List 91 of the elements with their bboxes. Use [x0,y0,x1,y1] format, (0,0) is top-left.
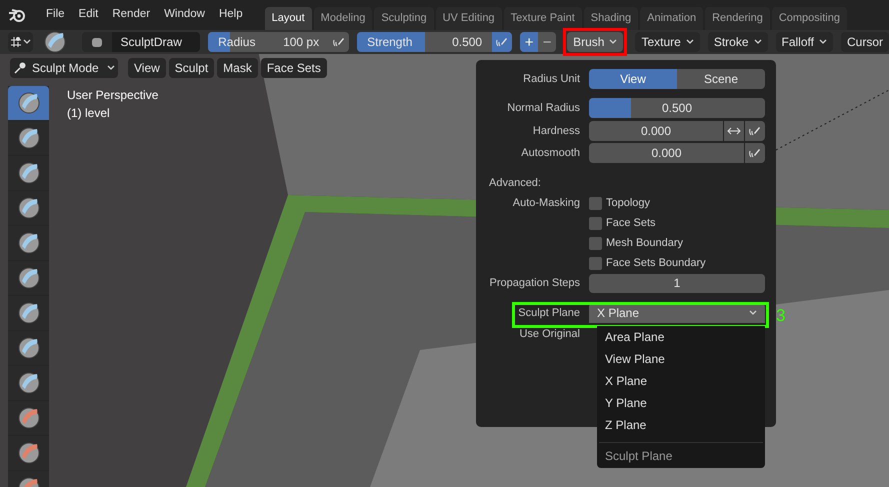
workspace-tab[interactable]: Animation [640,7,704,30]
tool-button[interactable] [8,86,49,121]
menu-item[interactable]: Window [158,6,211,24]
workspace-tab[interactable]: Texture Paint [504,7,582,30]
segment-button[interactable]: Scene [677,69,765,89]
field-label: Radius Unit [522,72,581,87]
sphere-brush-icon [18,232,40,254]
field-label: Use Original [518,326,581,342]
brush-icon [13,61,27,75]
segment-button[interactable]: View [589,69,677,89]
plane-dropdown[interactable]: X Plane [589,303,765,323]
sphere-brush-icon [18,407,40,429]
menu-item[interactable]: Edit [72,6,104,24]
mode-dropdown[interactable]: Sculpt Mode [10,58,118,78]
pen-pressure-icon [749,147,761,159]
step-number: 3 [776,305,786,327]
field-label: Hardness [532,124,581,139]
number-field[interactable]: 1 [589,274,765,292]
field-label: Normal Radius [506,100,581,116]
caret-icon [818,39,827,45]
workspace-tab[interactable]: UV Editing [436,7,502,30]
workspace-tab[interactable]: Shading [584,7,638,30]
panel-dropdown[interactable]: Stroke [708,32,768,52]
menu-option[interactable]: Z Plane [597,414,765,436]
double-arrow-icon [727,127,741,135]
pen-pressure-icon [496,36,508,48]
panel-dropdown[interactable]: Brush [567,32,624,52]
sphere-brush-icon [18,302,40,324]
workspace-tab[interactable]: Compositing [772,7,847,30]
transform-gizmo-icon [10,36,22,48]
pen-pressure-icon [749,125,761,137]
value-slider[interactable]: 0.500 [589,98,765,118]
pressure-button[interactable] [745,121,765,141]
panel-dropdown[interactable]: Falloff [776,32,833,52]
header-menu[interactable]: Mask [217,58,258,78]
menu-item[interactable]: Help [212,6,249,24]
number-field[interactable]: 0.000 [589,143,744,163]
caret-icon [609,39,618,45]
menu-title: Sculpt Plane [604,448,674,465]
caret-icon [749,310,757,316]
menu-option[interactable]: View Plane [597,348,765,370]
sphere-brush-icon [18,162,40,184]
workspace-tab[interactable]: Rendering [705,7,770,30]
menu-item[interactable]: Render [106,6,156,24]
section-heading: Advanced: [489,176,541,191]
value-slider[interactable]: Strength 0.500 [357,32,492,52]
viewport-info-text: (1) level [67,105,111,122]
direction-button[interactable]: + [520,32,538,52]
sphere-brush-icon [18,92,40,114]
checkbox[interactable]: Face Sets [589,214,656,232]
menu-option[interactable]: Area Plane [597,326,765,348]
menu-item[interactable]: File [40,6,71,24]
pen-pressure-icon [333,36,346,48]
checkbox[interactable]: Topology [589,194,650,212]
panel-dropdown[interactable]: Cursor [840,32,889,52]
sphere-brush-icon [18,372,40,394]
header-menu[interactable]: Face Sets [260,58,327,78]
field-label: Sculpt Plane [517,306,581,321]
panel-dropdown[interactable]: Texture [635,32,700,52]
checkbox[interactable]: Face Sets Boundary [589,254,706,272]
pressure-button[interactable] [492,32,512,52]
caret-icon [686,39,694,45]
field-label: Propagation Steps [488,276,581,291]
viewport-info-text: User Perspective [67,87,158,104]
header-menu[interactable]: View [128,58,166,78]
field-label: Auto-Masking [512,196,580,209]
menu-option[interactable]: X Plane [597,370,765,392]
pressure-button[interactable] [745,143,765,163]
invert-button[interactable] [724,121,744,141]
tool-settings-dropdown[interactable] [8,32,33,52]
field-label: Autosmooth [520,146,581,161]
sphere-brush-icon [18,267,40,289]
sphere-brush-icon [18,197,40,219]
caret-icon [107,65,115,71]
menu-option[interactable]: Y Plane [597,392,765,414]
workspace-tab[interactable]: Layout [264,7,312,30]
number-field[interactable]: 0.000 [589,121,723,141]
blender-logo-icon[interactable] [8,8,26,22]
workspace-tab[interactable]: Modeling [314,7,372,30]
sphere-brush-icon [18,442,40,464]
sphere-brush-icon [18,127,40,149]
workspace-tab[interactable]: Sculpting [374,7,434,30]
checkbox[interactable]: Mesh Boundary [589,234,684,252]
sphere-brush-icon [44,31,66,53]
direction-button[interactable]: − [538,32,556,52]
sphere-brush-icon [18,337,40,359]
caret-icon [754,39,762,45]
brush-thumbnail-icon [90,36,103,48]
caret-icon [22,39,31,45]
pressure-button[interactable] [329,32,350,52]
header-menu[interactable]: Sculpt [168,58,214,78]
